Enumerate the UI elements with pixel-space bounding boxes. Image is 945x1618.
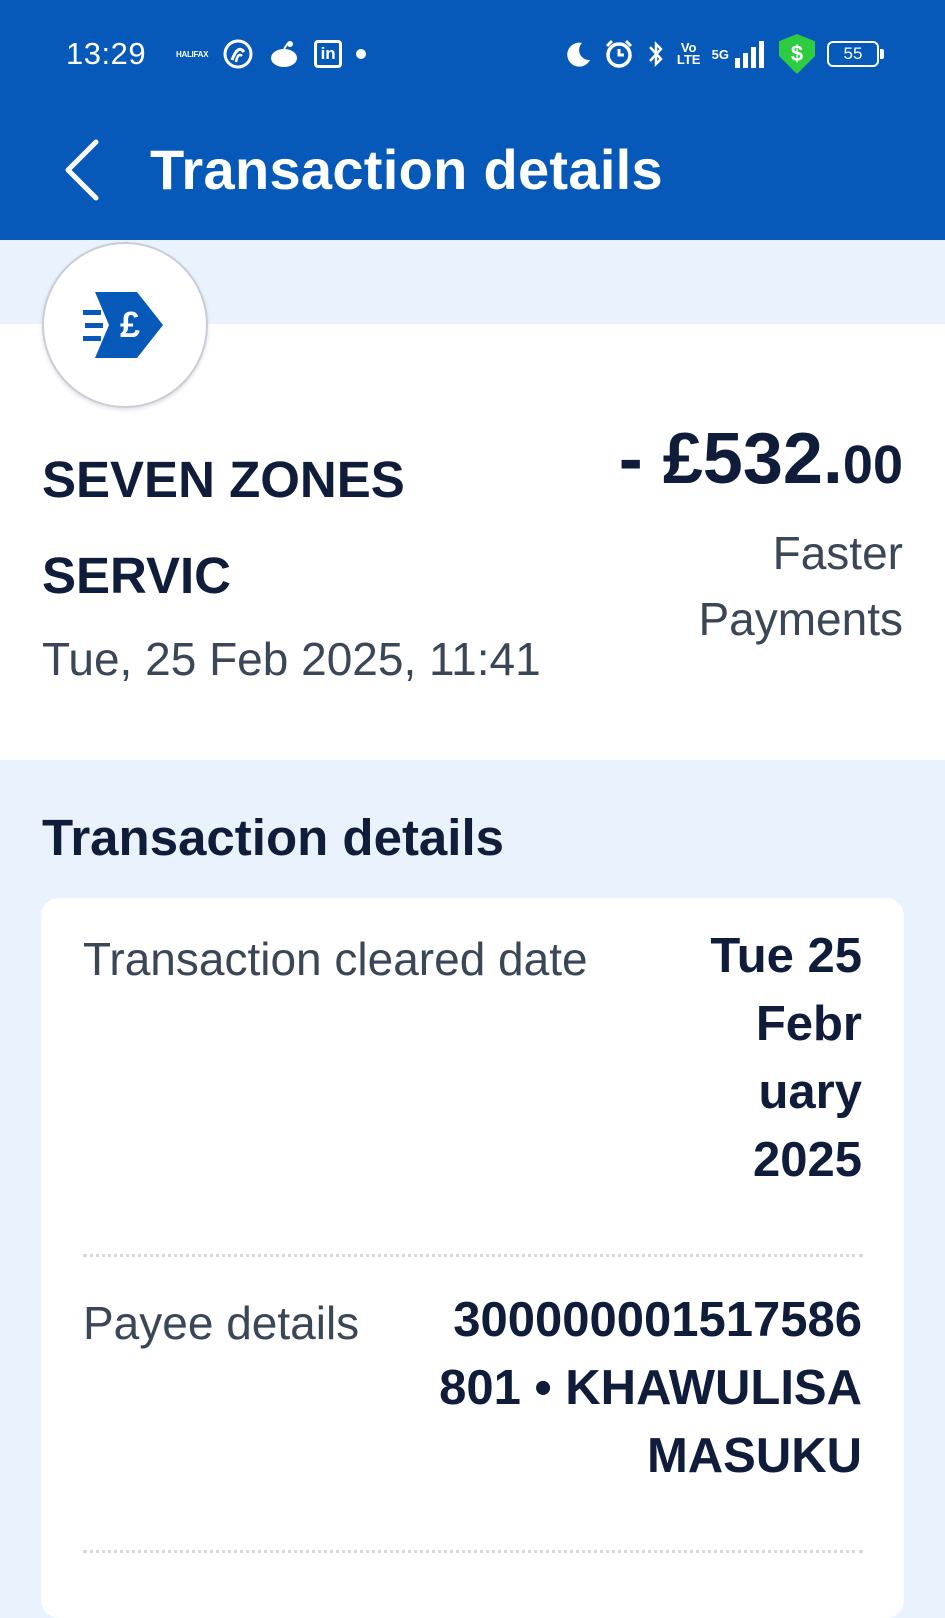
more-notifications-icon (356, 49, 367, 59)
app-header: 13:29 HALIFAX in Vo LTE 5G $ 55 Transact… (0, 0, 945, 240)
reddit-icon (268, 38, 300, 70)
moon-icon (564, 40, 592, 68)
details-heading: Transaction details (42, 809, 504, 866)
row-divider (83, 1550, 863, 1553)
linkedin-icon: in (314, 40, 343, 68)
details-card: Transaction cleared date Tue 25 Febr uar… (41, 898, 904, 1618)
top-app-bar: Transaction details (0, 125, 945, 215)
status-time: 13:29 (66, 36, 147, 71)
payment-method: Faster Payments (698, 527, 903, 645)
bluetooth-icon (646, 39, 666, 69)
volte-icon: Vo LTE (676, 40, 701, 67)
transaction-amount: - £532.00 (618, 419, 903, 499)
security-shield-icon: $ (779, 34, 815, 74)
payee-details-value: 300000001517586 801 • KHAWULISA MASUKU (439, 1293, 862, 1483)
fingerprint-icon (222, 38, 254, 70)
back-button[interactable] (52, 135, 112, 205)
chevron-left-icon (65, 139, 99, 201)
svg-text:£: £ (120, 304, 140, 345)
halifax-icon: HALIFAX (176, 49, 209, 59)
cleared-date-label: Transaction cleared date (83, 933, 588, 985)
faster-payment-icon: £ (83, 292, 163, 358)
alarm-icon (604, 39, 634, 69)
notification-icons: HALIFAX in (176, 34, 367, 74)
page-title: Transaction details (150, 138, 663, 201)
row-divider (83, 1254, 863, 1257)
signal-5g-icon: 5G (712, 40, 767, 68)
cleared-date-value: Tue 25 Febr uary 2025 (710, 929, 862, 1187)
payee-details-label: Payee details (83, 1297, 360, 1349)
status-bar: 13:29 HALIFAX in Vo LTE 5G $ 55 (0, 28, 945, 80)
system-status-icons: Vo LTE 5G $ 55 (564, 34, 884, 74)
merchant-name: SEVEN ZONES SERVIC (42, 451, 405, 604)
transaction-date: Tue, 25 Feb 2025, 11:41 (42, 633, 541, 685)
battery-icon: 55 (827, 41, 884, 67)
payment-type-avatar: £ (42, 242, 208, 408)
